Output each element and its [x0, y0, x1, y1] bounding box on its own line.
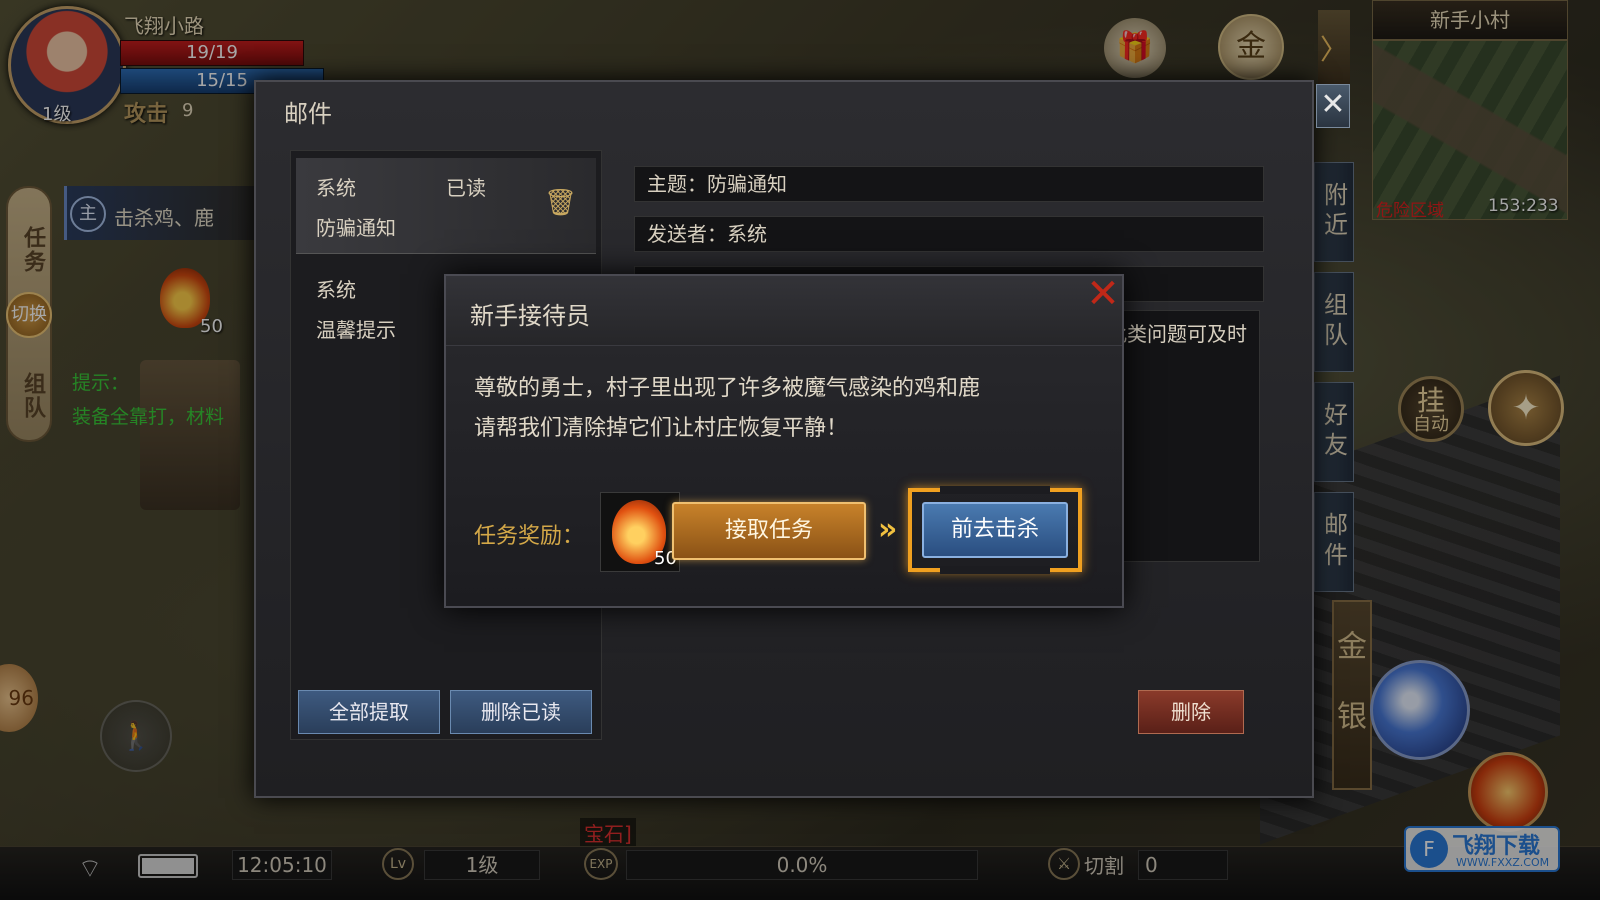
highlight-frame-gap [940, 486, 1050, 494]
highlight-frame-gap [940, 566, 1050, 574]
delete-button[interactable]: 删除 [1138, 690, 1244, 734]
accept-quest-button[interactable]: 接取任务 [672, 502, 866, 560]
arrow-right-icon: » [878, 512, 898, 547]
mail-sender-row: 发送者：系统 [634, 216, 1264, 252]
collect-all-button[interactable]: 全部提取 [298, 690, 440, 734]
trash-icon[interactable]: 🗑 [544, 188, 577, 218]
mail-item-sender: 系统 [316, 176, 356, 200]
mail-title: 邮件 [284, 100, 332, 128]
mail-item-status: 已读 [446, 176, 486, 200]
mail-close-icon[interactable]: ✕ [1316, 84, 1350, 128]
mail-subject-row: 主题：防骗通知 [634, 166, 1264, 202]
delete-read-button[interactable]: 删除已读 [450, 690, 592, 734]
quest-close-icon[interactable]: ✕ [1084, 274, 1122, 314]
quest-description-line-2: 请帮我们清除掉它们让村庄恢复平静！ [474, 416, 849, 441]
mail-item-subject[interactable]: 温馨提示 [316, 314, 396, 343]
quest-description-line-1: 尊敬的勇士，村子里出现了许多被魔气感染的鸡和鹿 [474, 376, 981, 401]
mail-item-subject: 防骗通知 [316, 216, 396, 240]
quest-dialog-title: 新手接待员 [470, 302, 590, 330]
mail-item-sender[interactable]: 系统 [316, 274, 356, 303]
go-kill-button[interactable]: 前去击杀 [922, 502, 1068, 558]
reward-label: 任务奖励： [474, 524, 585, 549]
